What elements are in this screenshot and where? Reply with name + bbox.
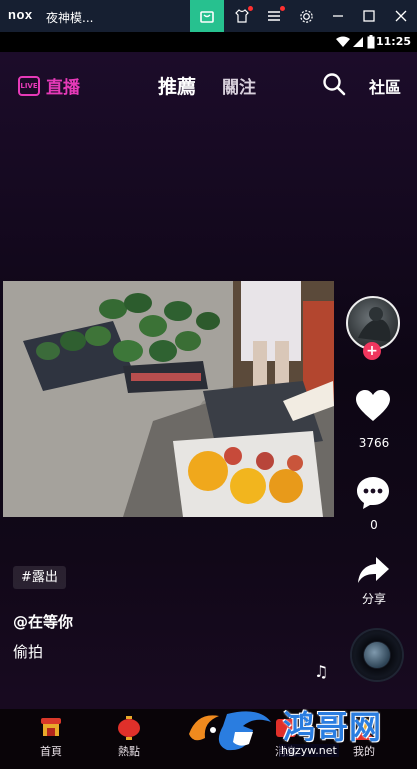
site-watermark: 鸿哥网 hgzyw.net — [183, 698, 417, 768]
live-label: 直播 — [46, 78, 80, 98]
music-note-icon: ♫ — [314, 662, 329, 681]
tab-recommended[interactable]: 推薦 — [158, 72, 196, 99]
status-time: 11:25 — [375, 35, 411, 48]
nav-home[interactable]: 首頁 — [21, 715, 81, 759]
nav-home-label: 首頁 — [40, 745, 62, 758]
settings-button[interactable] — [290, 0, 322, 32]
emulator-titlebar: nox 夜神模... — [0, 0, 417, 32]
nav-hot[interactable]: 熱點 — [99, 715, 159, 759]
tab-following[interactable]: 關注 — [222, 73, 256, 98]
hot-lantern-icon — [118, 716, 140, 740]
search-icon[interactable] — [322, 72, 346, 96]
video-frame-image — [3, 281, 334, 517]
battery-icon — [367, 35, 375, 49]
home-lantern-icon — [41, 718, 61, 736]
watermark-logo-icon — [189, 711, 271, 751]
top-navigation: LIVE 直播 推薦 關注 社區 — [0, 52, 417, 114]
video-player[interactable] — [3, 281, 334, 517]
share-label[interactable]: 分享 — [349, 590, 399, 607]
notification-dot — [248, 6, 253, 11]
gear-icon — [299, 9, 313, 23]
menu-icon — [268, 11, 280, 21]
minimize-button[interactable] — [322, 0, 354, 32]
music-disc[interactable] — [352, 630, 402, 680]
android-status-bar: 11:25 — [0, 32, 417, 52]
minimize-icon — [333, 15, 343, 17]
hashtag-chip[interactable]: #露出 — [13, 566, 66, 589]
shopping-bag-icon — [200, 11, 214, 23]
maximize-icon — [363, 10, 375, 22]
music-cover-icon — [364, 642, 390, 668]
watermark-brand: 鸿哥网 — [283, 708, 383, 746]
menu-button[interactable] — [258, 0, 290, 32]
app-screen: LIVE 直播 推薦 關注 社區 + 3766 0 分享 #露出 @在等你 偷拍… — [0, 52, 417, 769]
live-button[interactable]: LIVE 直播 — [18, 73, 80, 98]
close-icon — [395, 10, 407, 22]
wifi-icon — [336, 36, 350, 47]
author-name[interactable]: @在等你 — [13, 611, 73, 632]
comment-icon[interactable] — [355, 475, 391, 511]
maximize-button[interactable] — [353, 0, 385, 32]
follow-plus-button[interactable]: + — [363, 342, 381, 360]
signal-icon — [353, 37, 363, 47]
share-arrow-icon[interactable] — [356, 555, 390, 585]
avatar-image — [358, 307, 391, 342]
shirt-icon — [235, 9, 249, 23]
nox-logo: nox — [8, 7, 33, 22]
heart-icon[interactable] — [355, 389, 391, 423]
notification-dot — [280, 6, 285, 11]
window-title: 夜神模... — [46, 11, 94, 25]
theme-button[interactable] — [226, 0, 258, 32]
post-caption: 偷拍 — [13, 643, 44, 661]
community-link[interactable]: 社區 — [369, 74, 401, 98]
live-tv-icon: LIVE — [18, 75, 40, 96]
watermark-url: hgzyw.net — [279, 744, 339, 757]
like-count: 3766 — [358, 436, 390, 450]
comment-count: 0 — [370, 518, 378, 532]
shop-button[interactable] — [190, 0, 224, 32]
close-button[interactable] — [385, 0, 417, 32]
nav-hot-label: 熱點 — [118, 745, 140, 758]
